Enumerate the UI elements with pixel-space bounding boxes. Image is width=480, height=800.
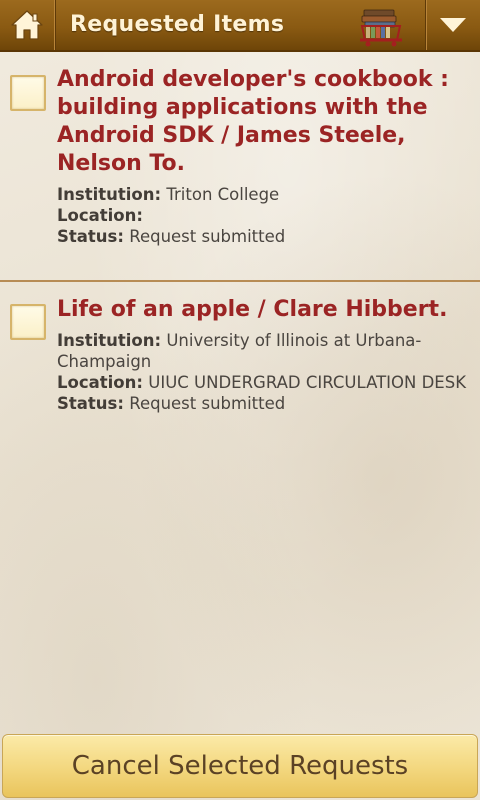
bottom-action-bar: Cancel Selected Requests	[0, 732, 480, 800]
menu-button[interactable]	[425, 0, 480, 50]
list-item: Life of an apple / Clare Hibbert. Instit…	[0, 282, 480, 432]
home-icon	[11, 10, 43, 40]
institution-row: Institution: Triton College	[57, 184, 470, 205]
status-label: Status:	[57, 394, 124, 413]
select-checkbox[interactable]	[10, 304, 46, 340]
dropdown-arrow-icon	[440, 18, 466, 32]
cancel-selected-requests-button[interactable]: Cancel Selected Requests	[2, 734, 478, 798]
item-title[interactable]: Android developer's cookbook : building …	[57, 66, 470, 178]
institution-label: Institution:	[57, 185, 162, 204]
item-details: Android developer's cookbook : building …	[57, 66, 470, 247]
status-row: Status: Request submitted	[57, 393, 470, 414]
status-value: Request submitted	[129, 227, 286, 246]
location-row: Location:	[57, 205, 470, 226]
title-bar: Requested Items	[0, 0, 480, 52]
institution-row: Institution: University of Illinois at U…	[57, 330, 470, 372]
page-title: Requested Items	[70, 12, 285, 37]
status-row: Status: Request submitted	[57, 226, 470, 247]
item-details: Life of an apple / Clare Hibbert. Instit…	[57, 296, 470, 414]
home-button[interactable]	[0, 0, 55, 50]
institution-label: Institution:	[57, 331, 162, 350]
location-label: Location:	[57, 206, 143, 225]
requested-items-list: Android developer's cookbook : building …	[0, 52, 480, 432]
location-row: Location: UIUC UNDERGRAD CIRCULATION DES…	[57, 372, 470, 393]
select-checkbox[interactable]	[10, 75, 46, 111]
location-label: Location:	[57, 373, 143, 392]
item-title[interactable]: Life of an apple / Clare Hibbert.	[57, 296, 470, 324]
status-label: Status:	[57, 227, 124, 246]
status-value: Request submitted	[129, 394, 286, 413]
list-item: Android developer's cookbook : building …	[0, 52, 480, 282]
institution-value: Triton College	[166, 185, 280, 204]
location-value: UIUC UNDERGRAD CIRCULATION DESK	[148, 373, 467, 392]
books-icon	[360, 9, 402, 47]
